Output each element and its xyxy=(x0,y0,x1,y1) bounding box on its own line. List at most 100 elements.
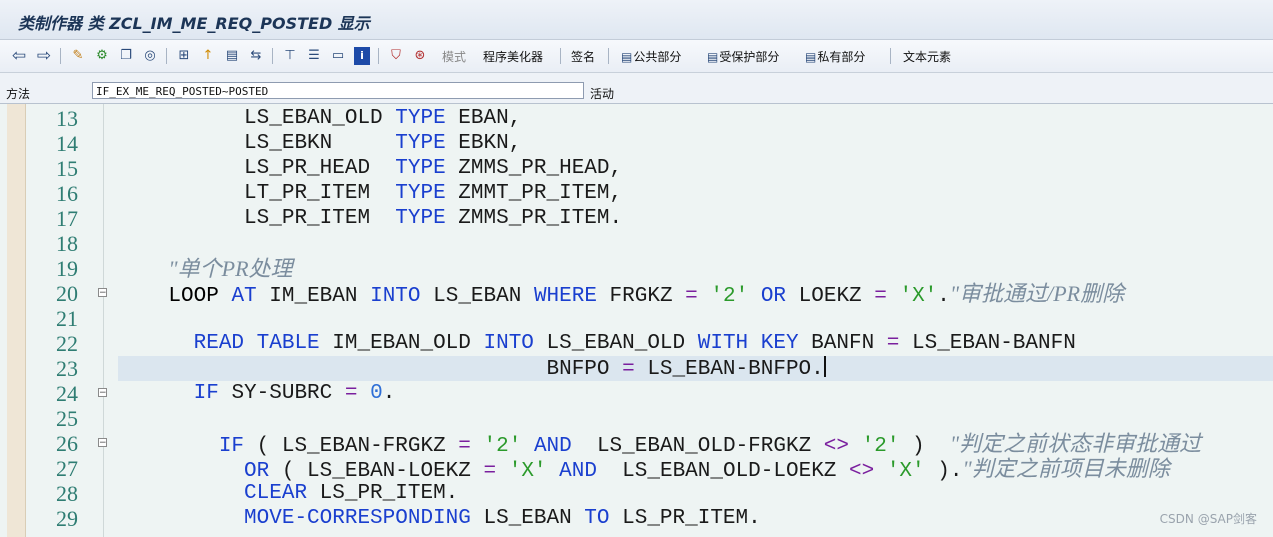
line-number: 23 xyxy=(56,356,78,381)
code-token: 0 xyxy=(370,382,383,405)
line-number: 13 xyxy=(56,106,78,131)
code-token: INTO xyxy=(370,285,421,308)
hierarchy-icon[interactable]: ⊞ xyxy=(176,47,192,65)
public-section-label: 公共部分 xyxy=(633,50,682,64)
code-text[interactable]: LS_PR_ITEM TYPE ZMMS_PR_ITEM. xyxy=(118,206,622,231)
navigate-icon[interactable]: ⇆ xyxy=(248,47,264,65)
pretty-printer-button[interactable]: 程序美化器 xyxy=(483,48,543,66)
code-line[interactable]: 18 xyxy=(0,231,1273,256)
code-text[interactable]: MOVE-CORRESPONDING LS_EBAN TO LS_PR_ITEM… xyxy=(118,506,761,531)
code-line[interactable]: 13 LS_EBAN_OLD TYPE EBAN, xyxy=(0,106,1273,131)
code-line[interactable]: 19 "单个PR处理 xyxy=(0,256,1273,281)
info-icon[interactable]: i xyxy=(354,47,370,65)
section-doc-icon: ▤ xyxy=(707,50,719,64)
code-token: "判定之前状态非审批通过 xyxy=(949,431,1202,456)
line-number: 22 xyxy=(56,331,78,356)
code-line[interactable]: 27 OR ( LS_EBAN-LOEKZ = 'X' AND LS_EBAN_… xyxy=(0,456,1273,484)
code-token: LS_PR_ITEM. xyxy=(609,507,761,530)
line-number: 19 xyxy=(56,256,78,281)
code-text[interactable]: IF SY-SUBRC = 0. xyxy=(118,381,396,406)
code-line[interactable]: 23 BNFPO = LS_EBAN-BNFPO. xyxy=(0,356,1273,381)
pattern-icon[interactable]: ⛉ xyxy=(388,47,404,65)
code-text[interactable]: IF ( LS_EBAN-FRGKZ = '2' AND LS_EBAN_OLD… xyxy=(118,431,1201,459)
code-line[interactable]: 16 LT_PR_ITEM TYPE ZMMT_PR_ITEM, xyxy=(0,181,1273,206)
code-editor[interactable]: 13 LS_EBAN_OLD TYPE EBAN, 14 LS_EBKN TYPE… xyxy=(0,104,1273,537)
private-section-button[interactable]: ▤私有部分 xyxy=(805,48,865,66)
object-list-icon[interactable]: ❐ xyxy=(118,47,134,65)
code-text[interactable]: OR ( LS_EBAN-LOEKZ = 'X' AND LS_EBAN_OLD… xyxy=(118,456,1170,484)
code-line[interactable]: 22 READ TABLE IM_EBAN_OLD INTO LS_EBAN_O… xyxy=(0,331,1273,356)
code-text[interactable]: LT_PR_ITEM TYPE ZMMT_PR_ITEM, xyxy=(118,181,622,206)
code-line[interactable]: 20 − LOOP AT IM_EBAN INTO LS_EBAN WHERE F… xyxy=(0,281,1273,309)
mode-button[interactable]: 模式 xyxy=(442,48,466,66)
code-token: = xyxy=(622,358,635,381)
code-token: IM_EBAN_OLD xyxy=(319,332,484,355)
code-text[interactable]: BNFPO = LS_EBAN-BNFPO. xyxy=(118,356,826,382)
properties-icon[interactable]: ▤ xyxy=(224,47,240,65)
code-token: . xyxy=(382,382,396,405)
code-line[interactable]: 26 − IF ( LS_EBAN-FRGKZ = '2' AND LS_EBAN… xyxy=(0,431,1273,459)
stack-icon[interactable]: ☰ xyxy=(306,47,322,65)
display-change-icon[interactable]: ⚙ xyxy=(94,47,110,65)
code-line[interactable]: 15 LS_PR_HEAD TYPE ZMMS_PR_HEAD, xyxy=(0,156,1273,181)
public-section-button[interactable]: ▤公共部分 xyxy=(621,48,681,66)
check-icon[interactable]: ⊛ xyxy=(412,47,428,65)
back-arrow-icon[interactable]: ⇦ xyxy=(10,47,28,65)
forward-arrow-icon[interactable]: ⇨ xyxy=(35,47,53,65)
code-line[interactable]: 17 LS_PR_ITEM TYPE ZMMS_PR_ITEM. xyxy=(0,206,1273,231)
code-token: BANFN xyxy=(798,332,887,355)
code-text[interactable]: LS_EBAN_OLD TYPE EBAN, xyxy=(118,106,521,131)
code-token: LS_EBAN_OLD-LOEKZ xyxy=(596,460,849,483)
code-line[interactable]: 14 LS_EBKN TYPE EBKN, xyxy=(0,131,1273,156)
code-token: WITH KEY xyxy=(697,332,799,355)
window-icon[interactable]: ▭ xyxy=(330,47,346,65)
code-token: 'X' xyxy=(886,460,925,483)
code-text[interactable]: LS_PR_HEAD TYPE ZMMS_PR_HEAD, xyxy=(118,156,622,181)
code-token: TO xyxy=(584,507,610,530)
code-token: FRGKZ xyxy=(596,285,686,308)
text-elements-button[interactable]: 文本元素 xyxy=(903,48,951,66)
code-token: LS_EBAN xyxy=(470,507,585,530)
fold-toggle-icon[interactable]: − xyxy=(98,438,107,448)
code-token: LS_EBAN-BANFN xyxy=(899,332,1076,355)
code-token: LS_EBAN_OLD-FRGKZ xyxy=(571,435,824,458)
protected-section-button[interactable]: ▤受保护部分 xyxy=(707,48,779,66)
edit-pencil-icon[interactable]: ✎ xyxy=(70,47,86,65)
fold-toggle-icon[interactable]: − xyxy=(98,388,107,398)
line-number: 18 xyxy=(56,231,78,256)
fold-toggle-icon[interactable]: − xyxy=(98,288,107,298)
tree-icon[interactable]: ⊤ xyxy=(282,47,298,65)
line-number: 29 xyxy=(56,506,78,531)
method-field[interactable]: IF_EX_ME_REQ_POSTED~POSTED xyxy=(92,82,584,99)
line-number: 17 xyxy=(56,206,78,231)
where-used-icon[interactable]: ◎ xyxy=(142,47,158,65)
breakpoint-icon[interactable]: ↑ xyxy=(200,47,216,65)
code-line[interactable]: 21 xyxy=(0,306,1273,331)
code-line[interactable]: 24 − IF SY-SUBRC = 0. xyxy=(0,381,1273,406)
code-text[interactable]: READ TABLE IM_EBAN_OLD INTO LS_EBAN_OLD … xyxy=(118,331,1076,356)
code-token: CLEAR xyxy=(244,482,308,505)
line-number: 26 xyxy=(56,431,78,456)
code-token: <> xyxy=(823,435,850,458)
code-text[interactable]: "单个PR处理 xyxy=(118,256,292,284)
code-token: IF xyxy=(193,382,219,405)
code-line[interactable]: 29 MOVE-CORRESPONDING LS_EBAN TO LS_PR_I… xyxy=(0,506,1273,531)
code-line[interactable]: 25 xyxy=(0,406,1273,431)
code-token: LS_PR_ITEM xyxy=(244,207,396,230)
watermark: CSDN @SAP剑客 xyxy=(1159,512,1257,526)
code-token: ( LS_EBAN-LOEKZ xyxy=(269,460,484,483)
code-line[interactable]: 28 CLEAR LS_PR_ITEM. xyxy=(0,481,1273,506)
signature-button[interactable]: 签名 xyxy=(571,48,595,66)
code-text[interactable]: CLEAR LS_PR_ITEM. xyxy=(118,481,458,506)
code-text[interactable]: LOOP AT IM_EBAN INTO LS_EBAN WHERE FRGKZ… xyxy=(118,281,1124,309)
section-doc-icon: ▤ xyxy=(621,50,633,64)
code-text[interactable]: LS_EBKN TYPE EBKN, xyxy=(118,131,521,156)
